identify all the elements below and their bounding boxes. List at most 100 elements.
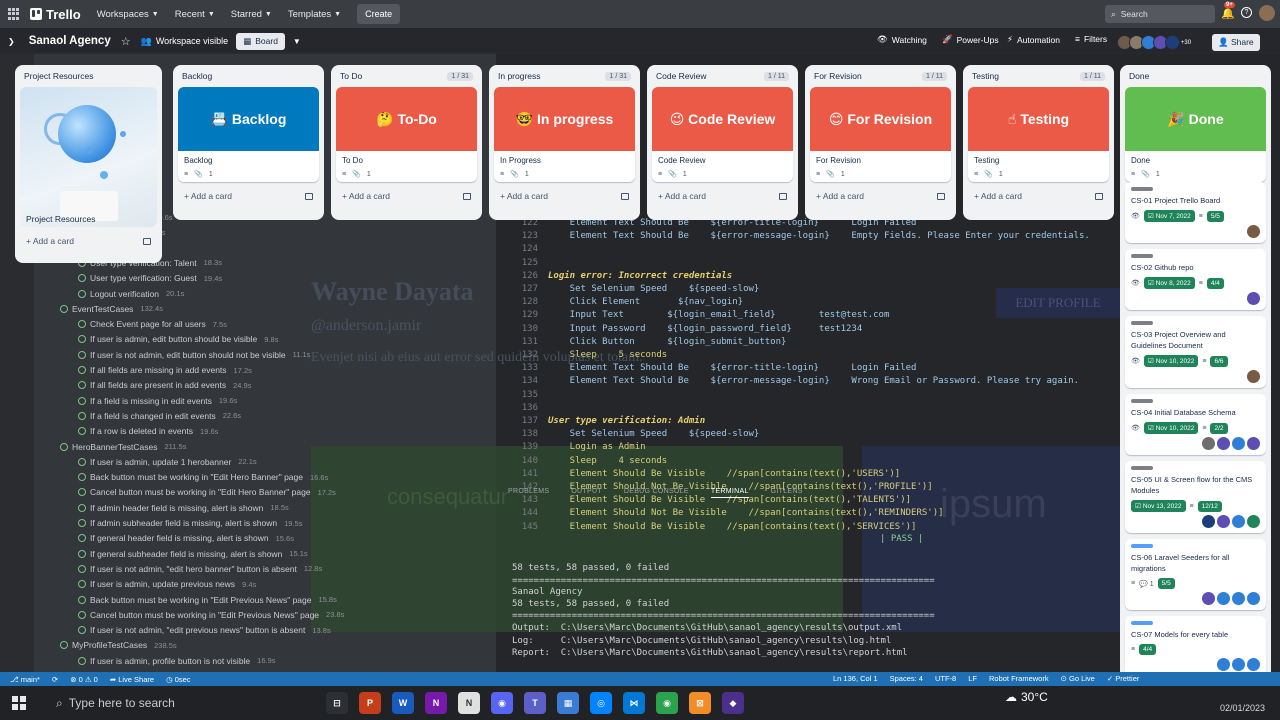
avatar[interactable] <box>1259 5 1275 21</box>
menu-starred[interactable]: Starred ▼ <box>231 9 272 20</box>
list-header[interactable]: To Do 1 / 31 <box>336 71 477 87</box>
watching-button[interactable]: 👁 Watching <box>877 34 927 45</box>
board-view-button[interactable]: ▦ Board <box>236 32 285 50</box>
list-card[interactable]: Backlog ≡ 📎 1 <box>178 151 319 182</box>
member-avatar[interactable] <box>1217 437 1230 450</box>
tree-item[interactable]: If a field is changed in edit events 22.6… <box>78 411 241 421</box>
tab-terminal[interactable]: TERMINAL <box>710 488 749 498</box>
list-to-do[interactable]: To Do 1 / 31 🤔 To-Do To Do ≡ 📎 1 + Add a card <box>331 65 482 220</box>
list-title[interactable]: Backlog <box>182 71 212 81</box>
taskbar-app-icon[interactable]: N <box>458 692 480 714</box>
sync-icon[interactable]: ⟳ <box>52 675 58 684</box>
tree-item[interactable]: If admin header field is missing, alert … <box>78 503 289 513</box>
star-icon[interactable]: ☆ <box>121 35 131 48</box>
windows-start-icon[interactable] <box>12 696 26 710</box>
encoding[interactable]: UTF-8 <box>935 674 956 683</box>
template-icon[interactable] <box>937 192 945 200</box>
add-card-button[interactable]: + Add a card <box>20 227 157 248</box>
sidebar-toggle-icon[interactable]: ❯ <box>8 37 15 46</box>
member-avatar[interactable] <box>1232 515 1245 528</box>
problems-indicator[interactable]: ⊗ 0 ⚠ 0 <box>70 675 98 684</box>
members-extra[interactable]: +30 <box>1177 35 1195 50</box>
member-avatar[interactable] <box>1247 225 1260 238</box>
tree-item[interactable]: If user is not admin, edit button should… <box>78 350 310 360</box>
tree-item[interactable]: If user is not admin, "edit hero banner"… <box>78 564 322 574</box>
list-title[interactable]: Project Resources <box>24 71 93 81</box>
app-switcher-icon[interactable] <box>8 8 20 20</box>
done-card[interactable]: CS-02 Github repo 👁 ☑ Nov 8, 2022 ≡ 4/4 <box>1125 249 1266 310</box>
taskbar-app-icon[interactable]: ◉ <box>491 692 513 714</box>
tree-item[interactable]: Check Event page for all users 7.5s <box>78 319 227 329</box>
powerups-button[interactable]: 🚀 Power-Ups <box>942 34 999 45</box>
card-cover[interactable]: 🤓 In progress <box>494 87 635 151</box>
timer-indicator[interactable]: ◷ 0sec <box>166 675 190 684</box>
member-avatar[interactable] <box>1247 292 1260 305</box>
member-avatar[interactable] <box>1232 437 1245 450</box>
cursor-position[interactable]: Ln 136, Col 1 <box>833 674 878 683</box>
member-avatar[interactable] <box>1247 658 1260 671</box>
tree-item[interactable]: Cancel button must be working in "Edit H… <box>78 487 336 497</box>
list-header[interactable]: Backlog <box>178 71 319 87</box>
list-header[interactable]: In progress 1 / 31 <box>494 71 635 87</box>
taskbar-app-icon[interactable]: ◎ <box>590 692 612 714</box>
indentation[interactable]: Spaces: 4 <box>890 674 923 683</box>
template-icon[interactable] <box>779 192 787 200</box>
list-title[interactable]: In progress <box>498 71 541 81</box>
done-card[interactable]: CS-01 Project Trello Board 👁 ☑ Nov 7, 2022 ≡… <box>1125 182 1266 243</box>
list-done[interactable]: Done 🎉 Done Done ≡ 📎 1 CS-01 Project Trello Bo… <box>1120 65 1271 720</box>
template-icon[interactable] <box>621 192 629 200</box>
member-avatar[interactable] <box>1232 592 1245 605</box>
card-cover[interactable]: 🤔 To-Do <box>336 87 477 151</box>
add-card-button[interactable]: + Add a card <box>494 182 635 203</box>
list-card[interactable]: To Do ≡ 📎 1 <box>336 151 477 182</box>
tree-item[interactable]: Back button must be working in "Edit Pre… <box>78 595 337 605</box>
tree-item[interactable]: If all fields are present in add events 2… <box>78 380 251 390</box>
card-cover[interactable]: ☝ Testing <box>968 87 1109 151</box>
chevron-down-icon[interactable]: ▼ <box>293 37 301 46</box>
list-card[interactable]: Done ≡ 📎 1 <box>1125 151 1266 182</box>
taskbar-app-icon[interactable]: ⋈ <box>623 692 645 714</box>
list-title[interactable]: For Revision <box>814 71 862 81</box>
add-card-button[interactable]: + Add a card <box>810 182 951 203</box>
list-for-revision[interactable]: For Revision 1 / 11 😊 For Revision For Revi… <box>805 65 956 220</box>
tree-item[interactable]: HeroBannerTestCases 211.5s <box>60 442 186 452</box>
template-icon[interactable] <box>143 237 151 245</box>
tree-item[interactable]: If a row is deleted in events 19.6s <box>78 426 218 436</box>
automation-button[interactable]: ⚡ Automation <box>1007 34 1060 45</box>
template-icon[interactable] <box>463 192 471 200</box>
member-avatar[interactable] <box>1217 658 1230 671</box>
list-title[interactable]: To Do <box>340 71 362 81</box>
prettier-indicator[interactable]: ✓ Prettier <box>1107 674 1140 683</box>
add-card-button[interactable]: + Add a card <box>968 182 1109 203</box>
done-card[interactable]: CS-04 Initial Database Schema 👁 ☑ Nov 10, 2… <box>1125 394 1266 455</box>
help-icon[interactable]: ? <box>1241 7 1252 18</box>
member-avatar[interactable] <box>1232 658 1245 671</box>
list-card[interactable]: Testing ≡ 📎 1 <box>968 151 1109 182</box>
member-avatar[interactable] <box>1247 437 1260 450</box>
taskbar-app-icon[interactable]: N <box>425 692 447 714</box>
search-input[interactable]: ⌕ Search <box>1105 5 1215 23</box>
filters-button[interactable]: ≡ Filters <box>1075 34 1107 44</box>
list-code-review[interactable]: Code Review 1 / 11 😉 Code Review Code Revie… <box>647 65 798 220</box>
create-button[interactable]: Create <box>357 4 401 24</box>
done-card[interactable]: CS-07 Models for every table ≡ 4/4 <box>1125 616 1266 676</box>
add-card-button[interactable]: + Add a card <box>336 182 477 203</box>
member-avatar[interactable] <box>1202 437 1215 450</box>
member-avatar[interactable] <box>1247 515 1260 528</box>
list-testing[interactable]: Testing 1 / 11 ☝ Testing Testing ≡ 📎 1 + Add a … <box>963 65 1114 220</box>
menu-templates[interactable]: Templates ▼ <box>288 9 341 20</box>
list-card[interactable]: Code Review ≡ 📎 1 <box>652 151 793 182</box>
line-ending[interactable]: LF <box>968 674 977 683</box>
list-backlog[interactable]: Backlog 📇 Backlog Backlog ≡ 📎 1 + Add a card <box>173 65 324 220</box>
project-resources-card[interactable]: Project Resources <box>20 87 157 227</box>
menu-workspaces[interactable]: Workspaces ▼ <box>97 9 159 20</box>
list-title[interactable]: Code Review <box>656 71 707 81</box>
language-mode[interactable]: Robot Framework <box>989 674 1049 683</box>
taskbar-app-icon[interactable]: ◆ <box>722 692 744 714</box>
branch-indicator[interactable]: ⎇ main* <box>10 675 40 684</box>
share-button[interactable]: 👤 Share <box>1212 34 1260 51</box>
tree-item[interactable]: If admin subheader field is missing, ale… <box>78 518 302 528</box>
list-header[interactable]: Testing 1 / 11 <box>968 71 1109 87</box>
taskbar-app-icon[interactable]: ◉ <box>656 692 678 714</box>
tree-item[interactable]: If general header field is missing, aler… <box>78 533 294 543</box>
